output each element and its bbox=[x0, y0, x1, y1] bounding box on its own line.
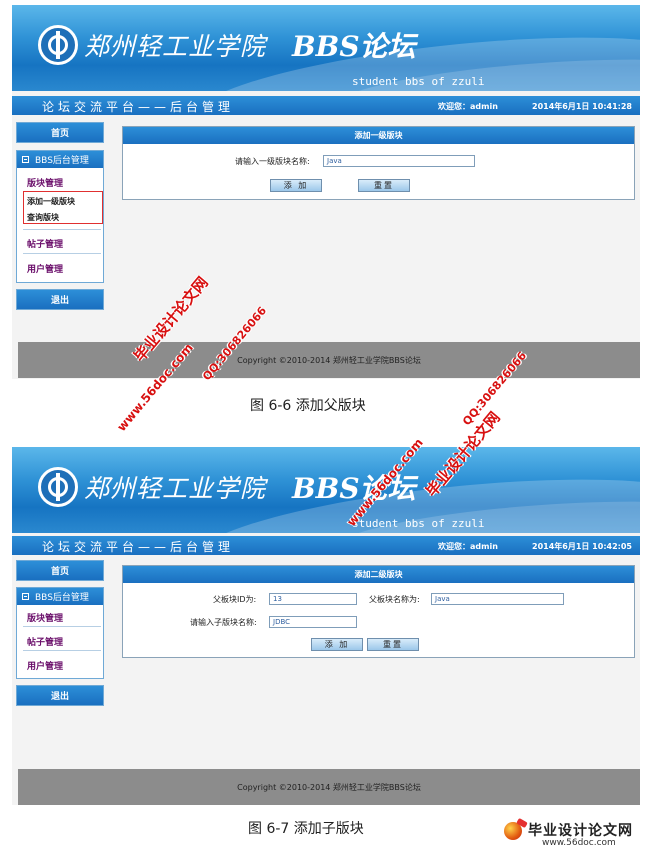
parent-name-label: 父板块名称为: bbox=[369, 595, 420, 604]
reset-button[interactable]: 重置 bbox=[358, 179, 410, 192]
school-name: 郑州轻工业学院 bbox=[84, 474, 267, 503]
sidebar-subitem-add-parent[interactable]: 添加一级版块 bbox=[27, 196, 75, 207]
sidebar-logout-button[interactable]: 退出 bbox=[16, 289, 104, 310]
sidebar-item-posts[interactable]: 帖子管理 bbox=[27, 635, 63, 648]
sidebar-logout-button[interactable]: 退出 bbox=[16, 685, 104, 706]
top-navbar: 论坛交流平台——后台管理 欢迎您：admin 2014年6月1日 10:41:2… bbox=[12, 96, 640, 115]
sidebar-item-board-management[interactable]: 版块管理 bbox=[27, 611, 63, 624]
globe-icon bbox=[504, 822, 522, 840]
page-footer: Copyright ©2010-2014 郑州轻工业学院BBS论坛 bbox=[18, 769, 640, 805]
screenshot-add-parent-board: 郑州轻工业学院 BBS论坛 student bbs of zzuli 论坛交流平… bbox=[12, 5, 640, 379]
brand-name: 毕业设计论文网 bbox=[528, 823, 633, 839]
datetime: 2014年6月1日 10:41:28 bbox=[532, 102, 632, 111]
top-navbar: 论坛交流平台——后台管理 欢迎您：admin 2014年6月1日 10:42:0… bbox=[12, 536, 640, 555]
add-parent-board-form: 添加一级版块 请输入一级版块名称: Java 添 加 重置 bbox=[122, 126, 635, 200]
board-name-input[interactable]: Java bbox=[323, 155, 475, 167]
sidebar-panel-header[interactable]: BBS后台管理 bbox=[17, 588, 103, 605]
divider bbox=[23, 626, 101, 627]
system-name: 论坛交流平台——后台管理 bbox=[42, 540, 235, 554]
site-brand-logo: 毕业设计论文网 www.56doc.com bbox=[502, 818, 652, 850]
reset-button[interactable]: 重置 bbox=[367, 638, 419, 651]
datetime: 2014年6月1日 10:42:05 bbox=[532, 542, 632, 551]
header-banner: 郑州轻工业学院 BBS论坛 student bbs of zzuli bbox=[12, 447, 640, 533]
school-name: 郑州轻工业学院 bbox=[84, 32, 267, 61]
board-name-label: 请输入一级版块名称: bbox=[235, 157, 310, 166]
add-button[interactable]: 添 加 bbox=[270, 179, 322, 192]
sidebar-panel-title: BBS后台管理 bbox=[35, 156, 89, 166]
screenshot-add-child-board: 郑州轻工业学院 BBS论坛 student bbs of zzuli 论坛交流平… bbox=[12, 447, 640, 805]
sidebar-home-button[interactable]: 首页 bbox=[16, 560, 104, 581]
add-button[interactable]: 添 加 bbox=[311, 638, 363, 651]
bbs-title: BBS论坛 bbox=[292, 30, 416, 63]
divider bbox=[23, 229, 101, 230]
sidebar-admin-panel: BBS后台管理 版块管理 添加一级版块 查询版块 帖子管理 用户管理 bbox=[16, 150, 104, 283]
sidebar-item-users[interactable]: 用户管理 bbox=[27, 659, 63, 672]
header-banner: 郑州轻工业学院 BBS论坛 student bbs of zzuli bbox=[12, 5, 640, 91]
collapse-icon[interactable] bbox=[22, 593, 29, 600]
page-footer: Copyright ©2010-2014 郑州轻工业学院BBS论坛 bbox=[18, 342, 640, 378]
form-title: 添加二级版块 bbox=[123, 566, 634, 583]
sidebar-item-posts[interactable]: 帖子管理 bbox=[27, 237, 63, 250]
school-logo-icon bbox=[38, 467, 78, 507]
sidebar-admin-panel: BBS后台管理 版块管理 帖子管理 用户管理 bbox=[16, 587, 104, 679]
add-child-board-form: 添加二级版块 父板块ID为: 13 父板块名称为: Java 请输入子版块名称:… bbox=[122, 565, 635, 658]
brand-url: www.56doc.com bbox=[542, 838, 616, 848]
system-name: 论坛交流平台——后台管理 bbox=[42, 100, 235, 114]
welcome-user: 欢迎您：admin bbox=[438, 542, 498, 551]
parent-name-input[interactable]: Java bbox=[431, 593, 564, 605]
child-name-label: 请输入子版块名称: bbox=[190, 618, 257, 627]
form-title: 添加一级版块 bbox=[123, 127, 634, 144]
collapse-icon[interactable] bbox=[22, 156, 29, 163]
parent-id-label: 父板块ID为: bbox=[213, 595, 257, 604]
sidebar-home-button[interactable]: 首页 bbox=[16, 122, 104, 143]
sidebar-panel-header[interactable]: BBS后台管理 bbox=[17, 151, 103, 168]
school-logo-icon bbox=[38, 25, 78, 65]
divider bbox=[23, 253, 101, 254]
parent-id-input[interactable]: 13 bbox=[269, 593, 357, 605]
welcome-user: 欢迎您：admin bbox=[438, 102, 498, 111]
sidebar-item-users[interactable]: 用户管理 bbox=[27, 262, 63, 275]
sidebar-item-board-management[interactable]: 版块管理 bbox=[27, 176, 63, 189]
figure-caption: 图 6-7 添加子版块 bbox=[248, 821, 364, 837]
bbs-subtitle: student bbs of zzuli bbox=[352, 517, 485, 530]
sidebar-panel-title: BBS后台管理 bbox=[35, 593, 89, 603]
bbs-subtitle: student bbs of zzuli bbox=[352, 75, 485, 88]
divider bbox=[23, 650, 101, 651]
child-name-input[interactable]: JDBC bbox=[269, 616, 357, 628]
sidebar-subitem-query[interactable]: 查询版块 bbox=[27, 212, 59, 223]
figure-caption: 图 6-6 添加父版块 bbox=[250, 398, 366, 414]
